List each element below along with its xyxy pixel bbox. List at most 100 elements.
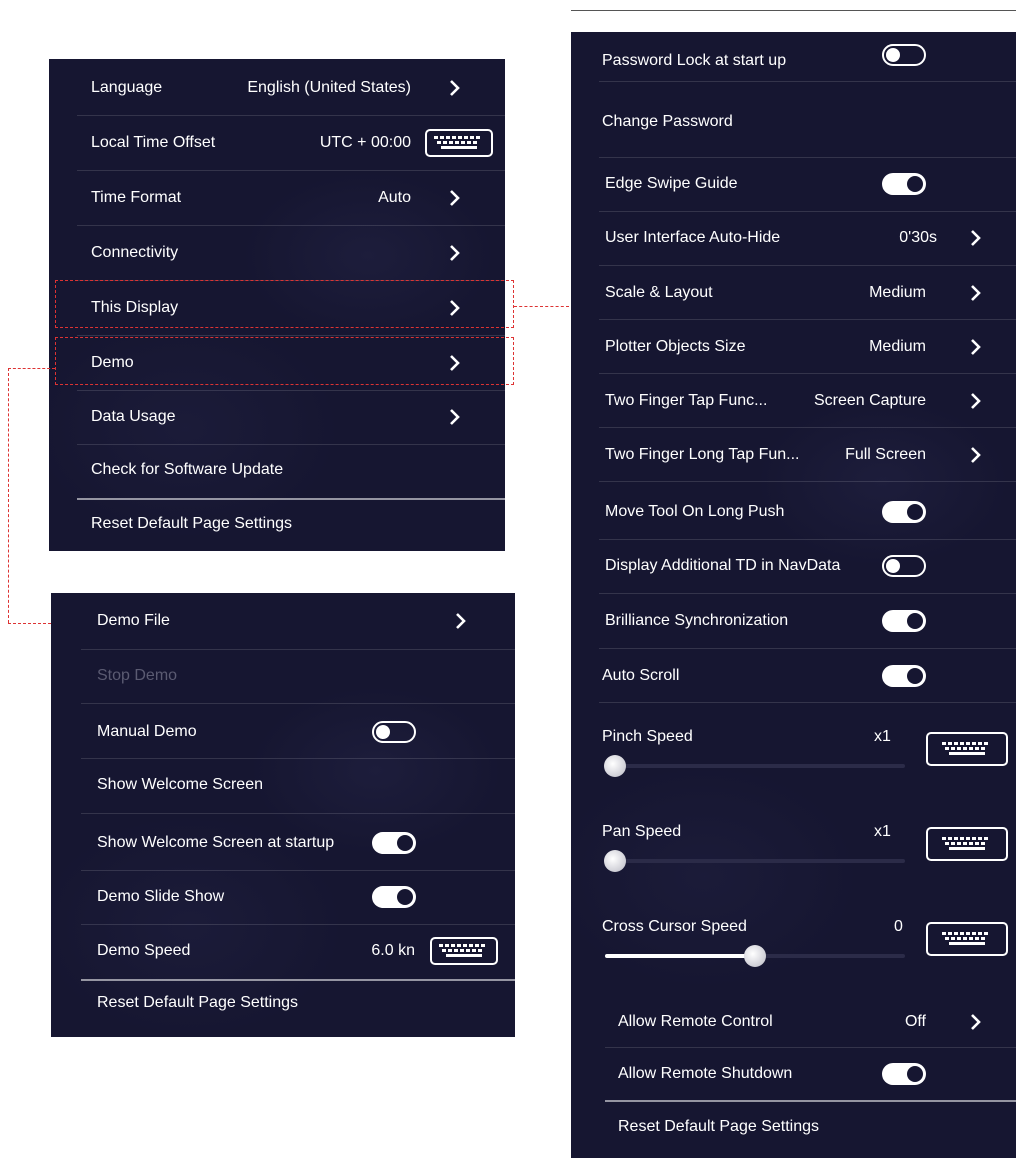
row-label: Password Lock at start up (602, 52, 787, 69)
row-label: Display Additional TD in NavData (605, 557, 841, 574)
row-label: Local Time Offset (91, 134, 216, 151)
reset-default-page-settings-button[interactable]: Reset Default Page Settings (571, 1100, 1016, 1154)
slider-label: Pan Speed (602, 823, 682, 840)
row-label: Manual Demo (97, 723, 197, 740)
keyboard-icon[interactable] (926, 732, 1008, 766)
connectivity-row[interactable]: Connectivity (49, 226, 505, 280)
pinch-speed-slider-knob[interactable] (604, 755, 626, 777)
leader-line (8, 623, 51, 624)
divider (599, 81, 1016, 82)
keyboard-icon[interactable] (926, 827, 1008, 861)
leader-line (514, 306, 569, 307)
pan-speed-slider-knob[interactable] (604, 850, 626, 872)
password-lock-toggle[interactable] (882, 44, 926, 66)
edge-swipe-guide-toggle[interactable] (882, 173, 926, 195)
two-finger-long-tap-value: Full Screen (845, 446, 926, 463)
divider (81, 703, 515, 704)
demo-highlight (55, 337, 514, 385)
row-label: Show Welcome Screen (97, 776, 263, 793)
cross-cursor-speed-slider-knob[interactable] (744, 945, 766, 967)
welcome-at-startup-row[interactable]: Show Welcome Screen at startup (51, 816, 515, 870)
manual-demo-row[interactable]: Manual Demo (51, 705, 515, 759)
local-time-offset-row[interactable]: Local Time Offset UTC + 00:00 (49, 116, 505, 170)
row-label: Reset Default Page Settings (97, 994, 299, 1011)
chevron-right-icon[interactable] (966, 445, 986, 465)
demo-speed-row[interactable]: Demo Speed 6.0 kn (51, 924, 515, 978)
change-password-button[interactable]: Change Password (571, 95, 1016, 149)
chevron-right-icon[interactable] (451, 611, 471, 631)
cross-cursor-speed-fill (605, 954, 755, 958)
two-finger-tap-row[interactable]: Two Finger Tap Func... Screen Capture (571, 374, 1016, 428)
slider-value: x1 (874, 728, 891, 745)
chevron-right-icon[interactable] (966, 283, 986, 303)
display-additional-td-toggle[interactable] (882, 555, 926, 577)
row-label: Allow Remote Control (618, 1013, 773, 1030)
allow-remote-shutdown-toggle[interactable] (882, 1063, 926, 1085)
demo-speed-value: 6.0 kn (371, 942, 415, 959)
brilliance-sync-toggle[interactable] (882, 610, 926, 632)
chevron-right-icon[interactable] (966, 391, 986, 411)
edge-swipe-guide-row[interactable]: Edge Swipe Guide (571, 157, 1016, 211)
row-label: Connectivity (91, 244, 179, 261)
slider-value: x1 (874, 823, 891, 840)
keyboard-icon[interactable] (425, 129, 493, 157)
row-label: User Interface Auto-Hide (605, 229, 781, 246)
stop-demo-button[interactable]: Stop Demo (51, 649, 515, 703)
row-label: Stop Demo (97, 667, 178, 684)
reset-default-page-settings-button[interactable]: Reset Default Page Settings (51, 976, 515, 1030)
language-row[interactable]: Language English (United States) (49, 61, 505, 115)
demo-slide-show-toggle[interactable] (372, 886, 416, 908)
allow-remote-control-value: Off (904, 1013, 926, 1030)
row-label: Demo File (97, 612, 170, 629)
password-lock-row[interactable]: Password Lock at start up (571, 34, 1016, 88)
row-label: Two Finger Tap Func... (605, 392, 768, 409)
welcome-at-startup-toggle[interactable] (372, 832, 416, 854)
brilliance-sync-row[interactable]: Brilliance Synchronization (571, 594, 1016, 648)
keyboard-icon[interactable] (430, 937, 498, 965)
auto-scroll-toggle[interactable] (882, 665, 926, 687)
reset-default-page-settings-button[interactable]: Reset Default Page Settings (49, 497, 505, 551)
scale-layout-row[interactable]: Scale & Layout Medium (571, 266, 1016, 320)
chevron-right-icon[interactable] (966, 1012, 986, 1032)
chevron-right-icon[interactable] (966, 337, 986, 357)
pinch-speed-track[interactable] (605, 764, 905, 768)
time-offset-value: UTC + 00:00 (319, 134, 411, 151)
row-label: Edge Swipe Guide (605, 175, 738, 192)
move-tool-long-push-toggle[interactable] (882, 501, 926, 523)
plotter-objects-size-row[interactable]: Plotter Objects Size Medium (571, 320, 1016, 374)
move-tool-long-push-row[interactable]: Move Tool On Long Push (571, 485, 1016, 539)
data-usage-row[interactable]: Data Usage (49, 390, 505, 444)
allow-remote-control-row[interactable]: Allow Remote Control Off (571, 995, 1016, 1049)
manual-demo-toggle[interactable] (372, 721, 416, 743)
check-software-update-row[interactable]: Check for Software Update (49, 443, 505, 497)
auto-scroll-row[interactable]: Auto Scroll (571, 649, 1016, 703)
row-label: Auto Scroll (602, 667, 680, 684)
ui-auto-hide-row[interactable]: User Interface Auto-Hide 0'30s (571, 211, 1016, 265)
plotter-objects-size-value: Medium (869, 338, 926, 355)
pinch-speed-slider-row: Pinch Speed x1 (571, 712, 1016, 802)
chevron-right-icon[interactable] (445, 243, 465, 263)
this-display-settings-panel: Password Lock at start up Change Passwor… (571, 32, 1016, 1158)
two-finger-long-tap-row[interactable]: Two Finger Long Tap Fun... Full Screen (571, 428, 1016, 482)
slider-label: Cross Cursor Speed (602, 918, 747, 935)
this-display-highlight (55, 280, 514, 328)
time-format-value: Auto (378, 189, 411, 206)
chevron-right-icon[interactable] (445, 407, 465, 427)
row-label: Scale & Layout (605, 284, 713, 301)
chevron-right-icon[interactable] (445, 78, 465, 98)
row-label: Plotter Objects Size (605, 338, 746, 355)
time-format-row[interactable]: Time Format Auto (49, 171, 505, 225)
pan-speed-track[interactable] (605, 859, 905, 863)
demo-file-row[interactable]: Demo File (51, 594, 515, 648)
chevron-right-icon[interactable] (445, 188, 465, 208)
keyboard-icon[interactable] (926, 922, 1008, 956)
chevron-right-icon[interactable] (966, 228, 986, 248)
row-label: Move Tool On Long Push (605, 503, 785, 520)
display-additional-td-row[interactable]: Display Additional TD in NavData (571, 539, 1016, 593)
demo-settings-panel: Demo File Stop Demo Manual Demo Show Wel… (51, 593, 515, 1037)
row-label: Demo Slide Show (97, 888, 225, 905)
demo-slide-show-row[interactable]: Demo Slide Show (51, 870, 515, 924)
allow-remote-shutdown-row[interactable]: Allow Remote Shutdown (571, 1047, 1016, 1101)
show-welcome-screen-button[interactable]: Show Welcome Screen (51, 758, 515, 812)
divider (81, 813, 515, 814)
